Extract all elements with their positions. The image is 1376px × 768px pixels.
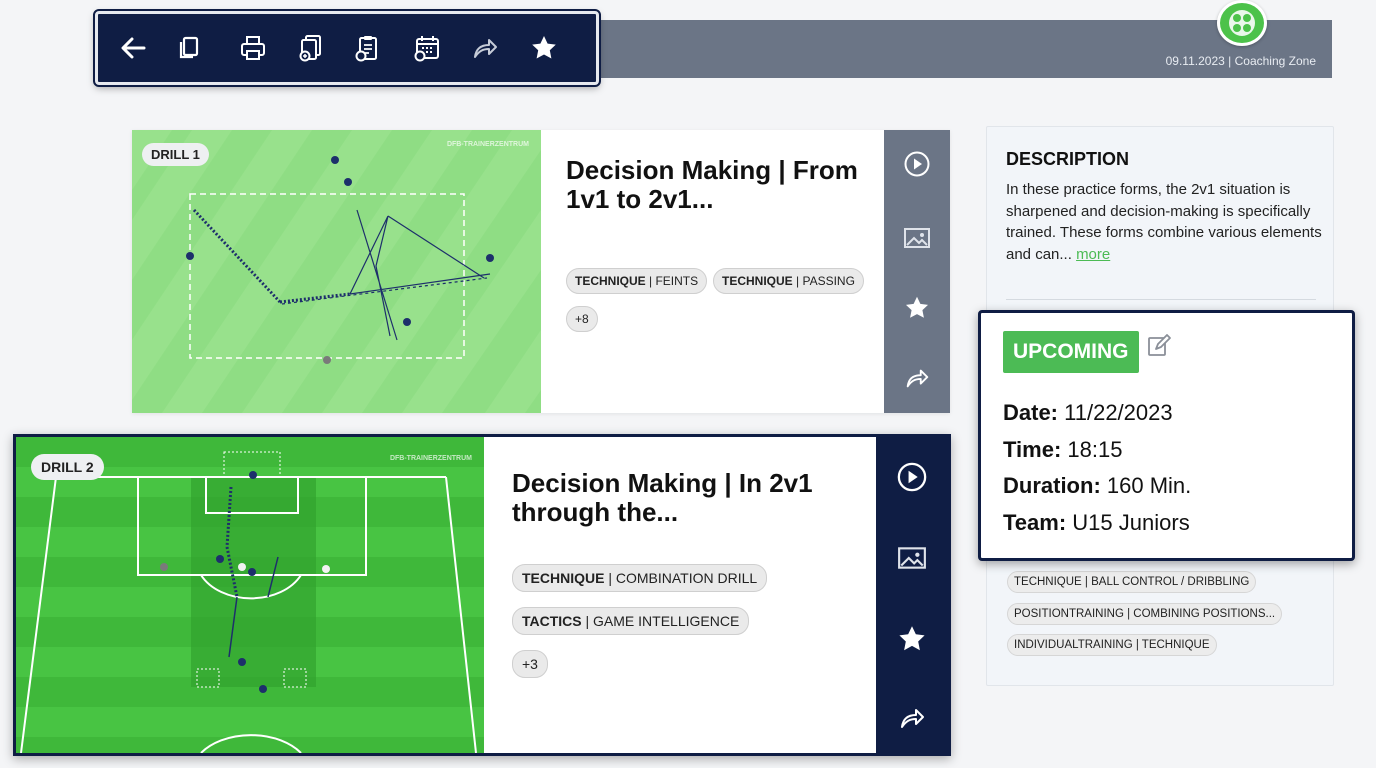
copy-button[interactable] (169, 28, 209, 68)
drill-2-image-button[interactable] (876, 545, 948, 571)
drill-card-1[interactable]: DRILL 1 DFB-TRAINERZENTRUM Decision Maki… (132, 130, 950, 413)
event-card: UPCOMING Date: 11/22/2023 Time: 18:15 Du… (978, 310, 1355, 561)
favorite-button[interactable] (524, 28, 564, 68)
session-document-button[interactable] (291, 28, 331, 68)
tag-category: TECHNIQUE (522, 570, 605, 586)
event-time-value: 18:15 (1067, 437, 1123, 462)
favorite-star-icon (532, 36, 556, 59)
header-meta: 09.11.2023 | Coaching Zone (1166, 54, 1316, 68)
drill-2-action-rail (876, 437, 948, 753)
drill-1-play-button[interactable] (884, 150, 950, 178)
calendar-button[interactable] (407, 28, 447, 68)
event-time: Time: 18:15 (1003, 437, 1122, 463)
play-icon (897, 462, 927, 492)
drill-2-tag-2[interactable]: TACTICS | GAME INTELLIGENCE (512, 607, 750, 635)
description-tag-3[interactable]: INDIVIDUALTRAINING | TECHNIQUE (1007, 634, 1217, 656)
tag-category: TECHNIQUE (722, 274, 793, 288)
image-icon (898, 547, 926, 569)
description-divider (1006, 299, 1316, 300)
header-date: 09.11.2023 (1165, 54, 1225, 68)
drill-1-badge: DRILL 1 (142, 143, 209, 166)
event-duration-value: 160 Min. (1106, 473, 1192, 498)
drill-1-favorite-button[interactable] (884, 294, 950, 322)
logo[interactable] (1217, 0, 1267, 46)
description-title: DESCRIPTION (1006, 149, 1130, 169)
description-body: In these practice forms, the 2v1 situati… (1006, 181, 1322, 263)
event-date: Date: 11/22/2023 (1003, 400, 1173, 426)
drill-1-image-button[interactable] (884, 226, 950, 250)
copy-icon (179, 36, 199, 59)
drill-1-tag-1[interactable]: TECHNIQUE | FEINTS (566, 268, 708, 294)
event-team-label: Team: (1003, 510, 1067, 535)
tag-separator: | (792, 274, 803, 288)
share-icon (906, 369, 929, 388)
description-tag-1[interactable]: TECHNIQUE | BALL CONTROL / DRIBBLING (1007, 571, 1257, 593)
event-team: Team: U15 Juniors (1003, 510, 1190, 536)
drill-2-pitch-diagram (16, 437, 484, 753)
drill-1-thumbnail[interactable]: DRILL 1 DFB-TRAINERZENTRUM (132, 130, 541, 413)
toolbar (93, 9, 601, 87)
description-more-link[interactable]: more (1076, 246, 1110, 263)
session-document-icon (299, 35, 321, 62)
drill-1-tag-2[interactable]: TECHNIQUE | PASSING (713, 268, 864, 294)
play-icon (904, 151, 930, 177)
tag-separator: | (645, 274, 656, 288)
calendar-icon (414, 36, 439, 62)
drill-2-share-button[interactable] (876, 703, 948, 733)
clipboard-icon (355, 36, 377, 62)
edit-pencil-icon (1148, 334, 1171, 356)
status-badge: UPCOMING (1003, 331, 1139, 373)
drill-2-watermark: DFB-TRAINERZENTRUM (389, 455, 472, 462)
header-bar: 09.11.2023 | Coaching Zone (560, 20, 1332, 78)
tag-label: COMBINATION DRILL (615, 570, 758, 586)
drill-2-play-button[interactable] (876, 461, 948, 493)
header-zone: Coaching Zone (1234, 54, 1316, 68)
drill-1-more-tags[interactable]: +8 (566, 306, 598, 332)
description-tag-2[interactable]: POSITIONTRAINING | COMBINING POSITIONS..… (1007, 603, 1283, 625)
logo-icon (1229, 10, 1255, 36)
drill-1-share-button[interactable] (884, 364, 950, 392)
drill-2-tag-1[interactable]: TECHNIQUE | COMBINATION DRILL (512, 564, 768, 592)
tag-label: GAME INTELLIGENCE (593, 613, 740, 629)
drill-2-badge: DRILL 2 (31, 454, 104, 480)
tag-category: TECHNIQUE (575, 274, 646, 288)
edit-button[interactable] (1146, 333, 1172, 363)
drill-2-more-tags[interactable]: +3 (512, 650, 548, 678)
share-icon (901, 709, 924, 728)
tag-label: PASSING (802, 274, 855, 288)
share-button[interactable] (465, 28, 505, 68)
tag-category: TACTICS (522, 613, 582, 629)
drill-1-action-rail (884, 130, 950, 413)
favorite-star-icon (899, 626, 925, 651)
tag-separator: | (604, 570, 616, 586)
tag-separator: | (581, 613, 594, 629)
drill-1-watermark: DFB-TRAINERZENTRUM (446, 141, 529, 148)
header-separator: | (1228, 54, 1232, 68)
description-text: In these practice forms, the 2v1 situati… (1006, 179, 1326, 265)
tag-label: FEINTS (655, 274, 699, 288)
print-icon (241, 36, 265, 60)
event-duration-label: Duration: (1003, 473, 1101, 498)
drill-2-thumbnail[interactable]: DRILL 2 DFB-TRAINERZENTRUM (16, 437, 484, 753)
clipboard-button[interactable] (348, 28, 388, 68)
drill-card-2[interactable]: DRILL 2 DFB-TRAINERZENTRUM Decision Maki… (13, 434, 951, 756)
drill-2-title[interactable]: Decision Making | In 2v1 through the... (512, 468, 822, 527)
event-time-label: Time: (1003, 437, 1062, 462)
image-icon (904, 228, 930, 248)
event-duration: Duration: 160 Min. (1003, 473, 1191, 499)
event-date-value: 11/22/2023 (1064, 400, 1173, 425)
favorite-star-icon (905, 296, 929, 318)
drill-1-title[interactable]: Decision Making | From 1v1 to 2v1... (566, 155, 866, 214)
share-icon (474, 39, 497, 58)
back-arrow-icon (121, 37, 146, 59)
back-button[interactable] (113, 28, 153, 68)
drill-2-favorite-button[interactable] (876, 623, 948, 655)
print-button[interactable] (233, 28, 273, 68)
event-date-label: Date: (1003, 400, 1059, 425)
event-team-value: U15 Juniors (1072, 510, 1190, 535)
drill-1-pitch-diagram (132, 130, 541, 413)
